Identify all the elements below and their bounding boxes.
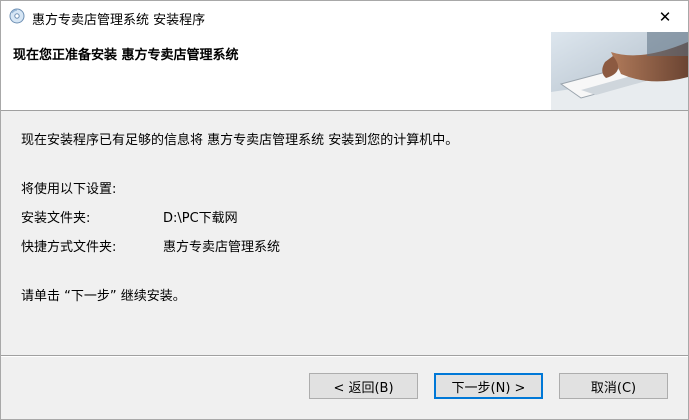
cancel-button[interactable]: 取消(C) [559, 373, 668, 399]
wizard-header: 现在您正准备安装 惠方专卖店管理系统 [1, 32, 688, 111]
setting-value: 惠方专卖店管理系统 [163, 240, 281, 255]
instruction-text: 请单击 “下一步” 继续安装。 [21, 289, 186, 304]
setting-label: 快捷方式文件夹: [21, 240, 117, 255]
back-button[interactable]: < 返回(B) [309, 373, 418, 399]
bottom-separator [1, 355, 688, 357]
setting-label: 安装文件夹: [21, 211, 91, 226]
title-bar: 惠方专卖店管理系统 安装程序 ✕ [1, 1, 688, 32]
setting-shortcut-folder: 快捷方式文件夹: 惠方专卖店管理系统 [21, 236, 621, 255]
setting-install-folder: 安装文件夹: D:\PC下载网 [21, 207, 621, 226]
window-title: 惠方专卖店管理系统 安装程序 [32, 13, 206, 28]
header-banner-image [551, 32, 688, 110]
page-title: 现在您正准备安装 惠方专卖店管理系统 [13, 48, 239, 63]
next-button[interactable]: 下一步(N) > [434, 373, 543, 399]
close-button[interactable]: ✕ [642, 1, 688, 32]
intro-text: 现在安装程序已有足够的信息将 惠方专卖店管理系统 安装到您的计算机中。 [21, 133, 459, 148]
installer-disc-icon [9, 8, 25, 24]
setting-value: D:\PC下载网 [163, 211, 238, 226]
close-icon: ✕ [658, 7, 672, 26]
settings-heading: 将使用以下设置: [21, 182, 117, 197]
installer-window: 惠方专卖店管理系统 安装程序 ✕ 现在您正准备安装 惠方专卖店管理系统 现在安装… [0, 0, 689, 420]
